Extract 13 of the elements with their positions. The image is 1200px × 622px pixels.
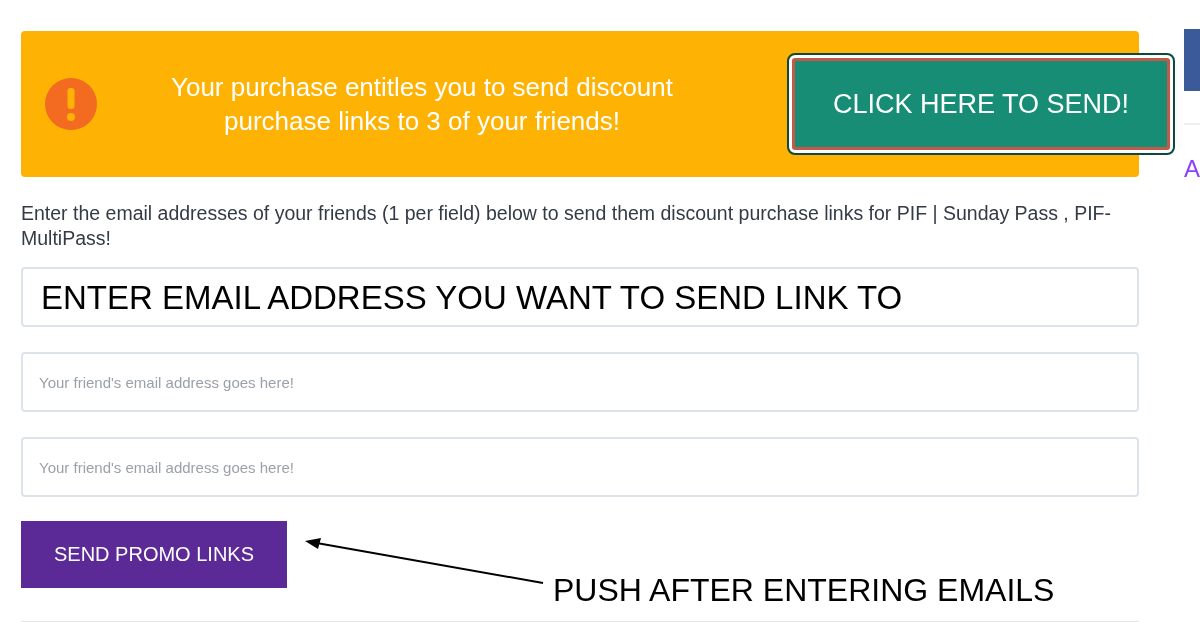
email-field[interactable]: Your friend's email address goes here! [21,352,1139,412]
annotation-text: PUSH AFTER ENTERING EMAILS [553,572,1055,609]
instructions-text: Enter the email addresses of your friends (1 per field) below to send them discount purchase links for PIF | Sunday Pass , PIF- MultiPass! [21,201,1112,251]
alert-icon [45,78,97,130]
banner-message: Your purchase entitles you to send discount purchase links to 3 of your friends! [169,71,674,138]
email-field[interactable] [21,267,1139,327]
send-button[interactable]: CLICK HERE TO SEND! [789,55,1173,153]
email-field[interactable]: Your friend's email address goes here! [21,437,1139,497]
annotation-text: ENTER EMAIL ADDRESS YOU WANT TO SEND LINK TO [41,279,903,317]
sidebar-panel [1184,29,1200,91]
sidebar-link[interactable]: A [1184,155,1200,183]
send-promo-links-button[interactable]: SEND PROMO LINKS [21,521,287,588]
arrow-icon [305,539,545,585]
